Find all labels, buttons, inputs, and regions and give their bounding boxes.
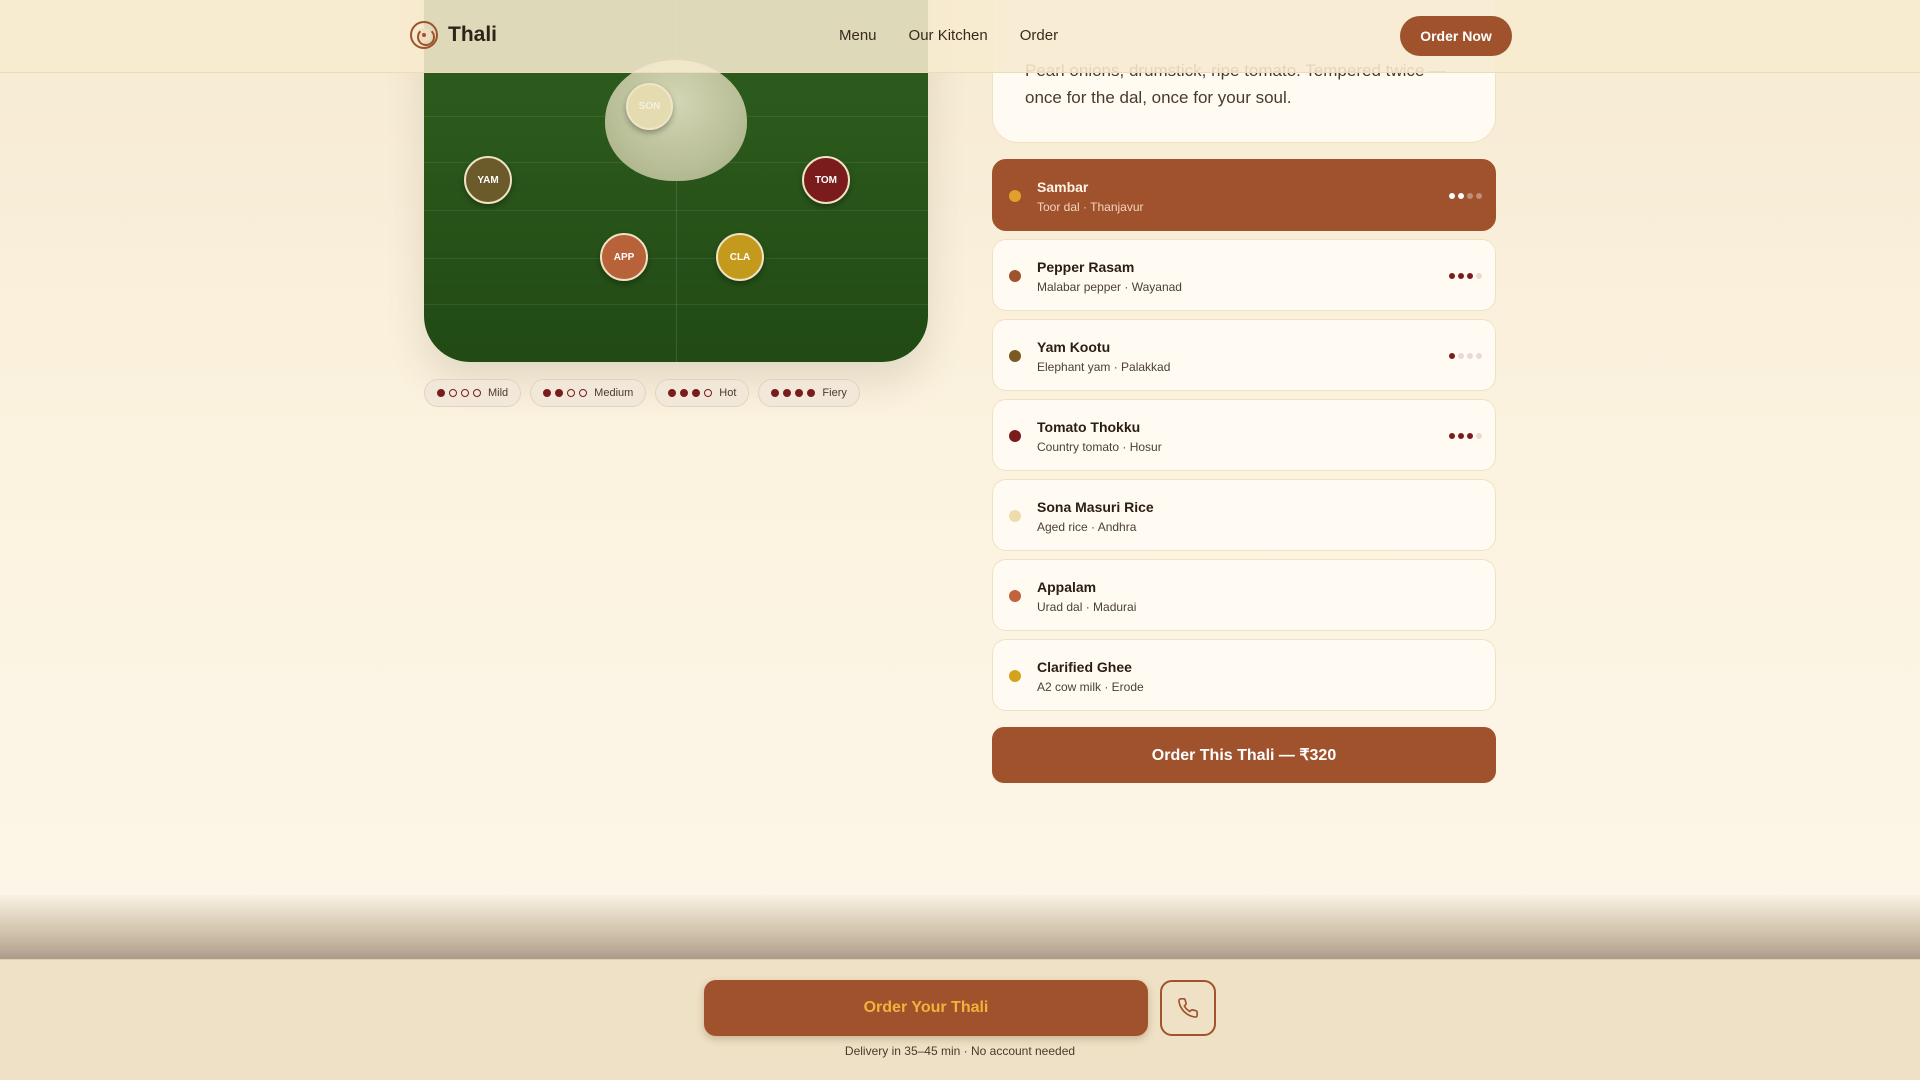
order-now-button[interactable]: Order Now bbox=[1400, 16, 1512, 56]
dish-meta: Elephant yam · Palakkad bbox=[1037, 360, 1171, 374]
spice-level-pips bbox=[668, 389, 713, 397]
nav-item-our-kitchen[interactable]: Our Kitchen bbox=[909, 27, 988, 44]
dish-color-dot bbox=[1009, 270, 1021, 282]
site-header: Thali Menu Our Kitchen Order Order Now bbox=[0, 0, 1920, 73]
plate-item-app[interactable]: APP bbox=[600, 233, 648, 281]
dish-name: Sona Masuri Rice bbox=[1037, 499, 1154, 515]
plate-item-label: SON bbox=[638, 101, 661, 112]
nav-item-menu[interactable]: Menu bbox=[839, 27, 877, 44]
brand-logo[interactable]: Thali bbox=[410, 21, 497, 49]
dish-color-dot bbox=[1009, 510, 1021, 522]
heat-level bbox=[1449, 433, 1482, 439]
dish-item-sona-masuri-rice[interactable]: Sona Masuri Rice Aged rice · Andhra bbox=[992, 479, 1496, 551]
dish-item-tomato-thokku[interactable]: Tomato Thokku Country tomato · Hosur bbox=[992, 399, 1496, 471]
dish-meta: Urad dal · Madurai bbox=[1037, 600, 1137, 614]
main-nav: Menu Our Kitchen Order bbox=[839, 27, 1058, 44]
bottom-fade bbox=[0, 895, 1920, 960]
spice-chip-fiery: Fiery bbox=[758, 379, 860, 407]
spice-level-pips bbox=[543, 389, 588, 397]
dish-meta: Aged rice · Andhra bbox=[1037, 520, 1137, 534]
nav-item-order[interactable]: Order bbox=[1020, 27, 1058, 44]
dish-item-yam-kootu[interactable]: Yam Kootu Elephant yam · Palakkad bbox=[992, 319, 1496, 391]
thali-logo-icon bbox=[410, 21, 438, 49]
spice-chip-hot: Hot bbox=[655, 379, 750, 407]
spice-legend: Mild Medium Hot Fiery bbox=[424, 379, 860, 407]
plate-item-son[interactable]: SON bbox=[626, 83, 673, 130]
dish-name: Appalam bbox=[1037, 579, 1097, 595]
heat-level bbox=[1449, 353, 1482, 359]
heat-level bbox=[1449, 273, 1482, 279]
heat-level bbox=[1449, 193, 1482, 199]
plate-item-label: APP bbox=[613, 251, 635, 263]
dish-color-dot bbox=[1009, 590, 1021, 602]
spice-label: Hot bbox=[719, 387, 737, 399]
dish-item-clarified-ghee[interactable]: Clarified Ghee A2 cow milk · Erode bbox=[992, 639, 1496, 711]
call-button[interactable] bbox=[1160, 980, 1216, 1036]
dish-name: Sambar bbox=[1037, 179, 1089, 195]
spice-level-pips bbox=[437, 389, 481, 397]
dish-meta: Toor dal · Thanjavur bbox=[1037, 200, 1144, 214]
spice-label: Mild bbox=[488, 387, 509, 399]
dish-name: Clarified Ghee bbox=[1037, 659, 1132, 675]
plate-item-label: TOM bbox=[814, 174, 838, 186]
rice-mound bbox=[605, 60, 747, 181]
spice-label: Fiery bbox=[822, 387, 847, 399]
dish-color-dot bbox=[1009, 350, 1021, 362]
dish-meta: A2 cow milk · Erode bbox=[1037, 680, 1144, 694]
plate-item-tom[interactable]: TOM bbox=[802, 156, 850, 204]
plate-item-label: CLA bbox=[729, 251, 751, 263]
plate-item-cla[interactable]: CLA bbox=[716, 233, 764, 281]
dish-item-pepper-rasam[interactable]: Pepper Rasam Malabar pepper · Wayanad bbox=[992, 239, 1496, 311]
dish-name: Yam Kootu bbox=[1037, 339, 1111, 355]
phone-icon bbox=[1178, 998, 1198, 1018]
dish-name: Pepper Rasam bbox=[1037, 259, 1135, 275]
order-your-thali-button[interactable]: Order Your Thali bbox=[704, 980, 1148, 1036]
dish-color-dot bbox=[1009, 430, 1021, 442]
dish-color-dot bbox=[1009, 670, 1021, 682]
order-this-thali-button[interactable]: Order This Thali — ₹320 bbox=[992, 727, 1496, 783]
dish-meta: Country tomato · Hosur bbox=[1037, 440, 1162, 454]
plate-item-label: YAM bbox=[477, 174, 499, 186]
spice-label: Medium bbox=[594, 387, 634, 399]
dish-meta: Malabar pepper · Wayanad bbox=[1037, 280, 1182, 294]
dish-item-sambar[interactable]: Sambar Toor dal · Thanjavur bbox=[992, 159, 1496, 231]
dish-name: Tomato Thokku bbox=[1037, 419, 1141, 435]
spice-chip-medium: Medium bbox=[530, 379, 647, 407]
dish-item-appalam[interactable]: Appalam Urad dal · Madurai bbox=[992, 559, 1496, 631]
brand-name: Thali bbox=[448, 23, 498, 46]
plate-item-yam[interactable]: YAM bbox=[464, 156, 512, 204]
spice-level-pips bbox=[771, 389, 816, 397]
spice-chip-mild: Mild bbox=[424, 379, 522, 407]
delivery-note: Delivery in 35–45 min · No account neede… bbox=[844, 1044, 1076, 1058]
dish-color-dot bbox=[1009, 190, 1021, 202]
